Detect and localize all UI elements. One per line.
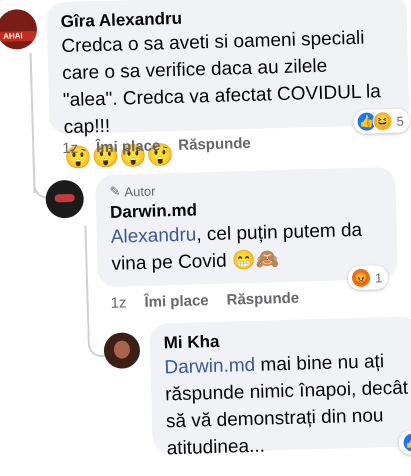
angry-reaction-icon: 😡 xyxy=(350,267,372,289)
comment-emojis: 😁🙈 xyxy=(231,249,280,272)
comment-bubble: Mi Kha Darwin.md mai bine nu ați răspund… xyxy=(149,316,411,459)
reply-button[interactable]: Răspunde xyxy=(226,290,299,309)
pencil-icon: ✎ xyxy=(109,183,121,199)
reaction-count: 5 xyxy=(396,113,405,129)
avatar[interactable] xyxy=(45,179,85,219)
comment-thread: AHAI Gîra Alexandru Credca o sa aveti si… xyxy=(0,0,411,476)
avatar[interactable] xyxy=(103,332,141,370)
comment-time[interactable]: 1z xyxy=(110,294,126,311)
reaction-summary[interactable]: 😡 1 xyxy=(347,265,389,291)
comment-time[interactable]: 1z xyxy=(62,140,78,157)
reaction-count: 1 xyxy=(374,269,383,285)
comment-actions: 1z Îmi place Răspunde xyxy=(110,290,299,312)
avatar[interactable]: AHAI xyxy=(0,8,38,50)
haha-reaction-icon: 😆 xyxy=(372,110,393,132)
mention-link[interactable]: Darwin.md xyxy=(164,355,255,379)
reply-button[interactable]: Răspunde xyxy=(178,135,251,154)
like-button[interactable]: Îmi place xyxy=(96,137,161,156)
mention-link[interactable]: Alexandru xyxy=(110,224,196,247)
comment-text: Darwin.md mai bine nu ați răspunde nimic… xyxy=(164,347,411,462)
comment-text: Alexandru, cel puțin putem da vina pe Co… xyxy=(110,216,386,278)
like-button[interactable]: Îmi place xyxy=(144,292,209,311)
comment-text: Credca o sa aveti si oameni speciali car… xyxy=(61,27,382,139)
like-reaction-icon: 👍 xyxy=(402,432,411,453)
reaction-summary[interactable]: 👍 😆 5 xyxy=(353,108,411,135)
author-badge-label: Autor xyxy=(124,183,156,199)
